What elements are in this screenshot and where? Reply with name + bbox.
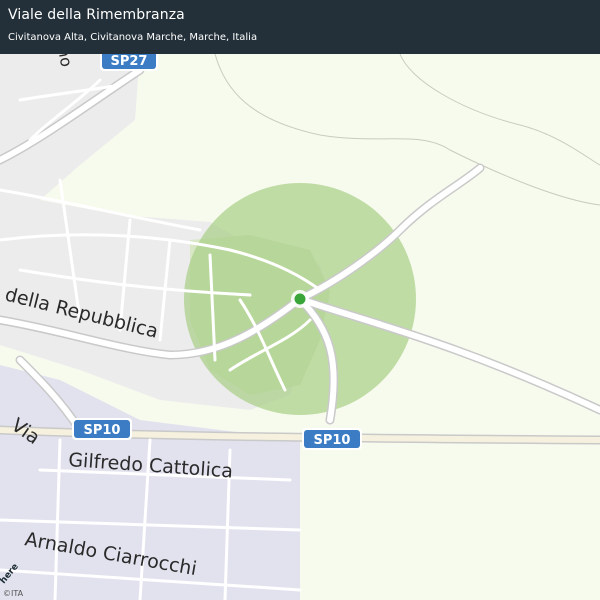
road-shield-sp10-right: SP10 xyxy=(302,428,362,450)
road-shield-sp10-left: SP10 xyxy=(72,418,132,440)
location-title: Viale della Rimembranza xyxy=(8,7,185,23)
copyright-attribution[interactable]: ©ITA xyxy=(3,589,23,598)
road-shield-label: SP10 xyxy=(84,423,121,438)
location-marker[interactable] xyxy=(294,293,306,305)
road-shield-label: SP27 xyxy=(111,54,148,69)
location-header: Viale della Rimembranza Civitanova Alta,… xyxy=(0,0,600,54)
road-shield-label: SP10 xyxy=(314,433,351,448)
map-canvas[interactable]: SP27 SP10 SP10 della Repubblica Via Gilf… xyxy=(0,0,600,600)
location-subtitle: Civitanova Alta, Civitanova Marche, Marc… xyxy=(8,32,258,43)
